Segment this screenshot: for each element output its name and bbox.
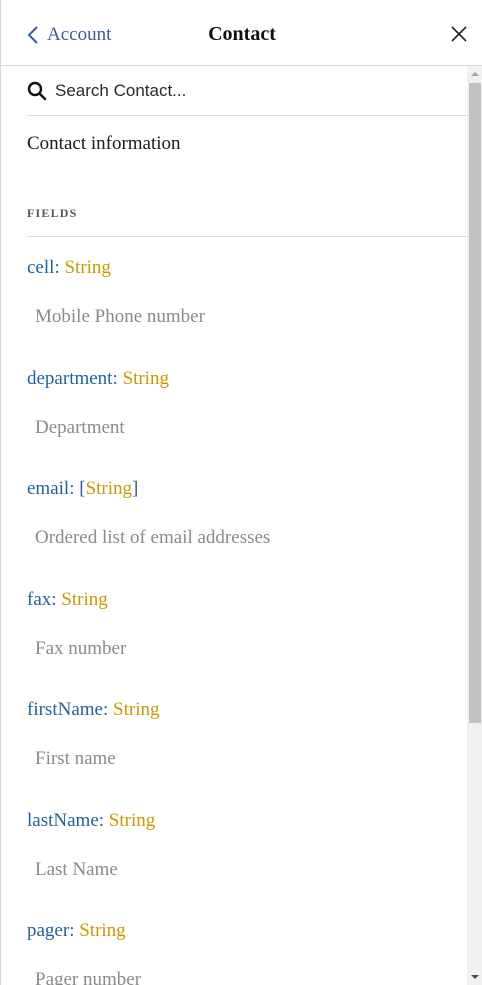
docs-panel: Account Contact Contact information FIEL… bbox=[0, 0, 482, 985]
field-description: Pager number bbox=[35, 969, 142, 985]
field-signature[interactable]: pager: String bbox=[27, 919, 457, 943]
field-description: Department bbox=[35, 416, 125, 438]
field-name[interactable]: fax bbox=[27, 589, 51, 610]
field-description: Mobile Phone number bbox=[35, 306, 205, 327]
field-description: Ordered list of email addresses bbox=[35, 527, 271, 548]
field-item: fax: String Fax number bbox=[27, 588, 457, 661]
field-type[interactable]: String bbox=[109, 810, 155, 831]
panel-header: Account Contact bbox=[1, 0, 482, 66]
field-type[interactable]: String bbox=[79, 920, 125, 941]
field-signature[interactable]: fax: String bbox=[27, 588, 457, 612]
field-type[interactable]: String bbox=[64, 257, 110, 278]
field-item: department: String Department bbox=[27, 367, 457, 440]
field-type[interactable]: String bbox=[86, 478, 132, 499]
scroll-thumb[interactable] bbox=[469, 83, 481, 723]
field-type[interactable]: String bbox=[61, 589, 107, 610]
field-name[interactable]: pager bbox=[27, 920, 69, 941]
scroll-up-button[interactable] bbox=[467, 66, 482, 82]
type-description: Contact information bbox=[27, 133, 181, 154]
arrow-down-icon bbox=[471, 975, 479, 979]
field-signature[interactable]: lastName: String bbox=[27, 809, 457, 833]
section-divider bbox=[27, 236, 467, 237]
field-signature[interactable]: firstName: String bbox=[27, 698, 457, 722]
field-description: First name bbox=[35, 748, 116, 769]
field-colon: : bbox=[51, 588, 62, 610]
field-signature[interactable]: cell: String bbox=[27, 256, 457, 280]
section-label: FIELDS bbox=[27, 206, 78, 220]
field-signature[interactable]: email: [String] bbox=[27, 477, 457, 501]
field-description: Last Name bbox=[35, 858, 118, 880]
field-signature[interactable]: department: String bbox=[27, 367, 457, 391]
close-button[interactable] bbox=[449, 24, 469, 44]
field-item: email: [String] Ordered list of email add… bbox=[27, 477, 457, 550]
field-item: cell: String Mobile Phone number bbox=[27, 256, 457, 329]
field-colon: : bbox=[54, 257, 65, 278]
field-name[interactable]: lastName bbox=[27, 810, 99, 831]
field-item: lastName: String Last Name bbox=[27, 809, 457, 882]
field-name[interactable]: firstName bbox=[27, 699, 103, 720]
search-input[interactable] bbox=[55, 80, 435, 101]
close-icon bbox=[451, 26, 467, 42]
arrow-up-icon bbox=[471, 72, 479, 76]
docs-content: Contact information FIELDS cell: String M… bbox=[1, 66, 467, 985]
field-description: Fax number bbox=[35, 637, 127, 659]
scroll-down-button[interactable] bbox=[467, 969, 482, 985]
field-colon: : bbox=[69, 920, 80, 941]
field-colon: : bbox=[102, 699, 114, 720]
page-title: Contact bbox=[208, 23, 276, 45]
field-name[interactable]: department bbox=[27, 368, 112, 389]
scrollbar[interactable] bbox=[467, 66, 482, 985]
field-colon: : bbox=[112, 367, 123, 389]
field-type[interactable]: String bbox=[123, 368, 169, 389]
field-item: pager: String Pager number bbox=[27, 919, 457, 985]
field-name[interactable]: email bbox=[27, 478, 69, 499]
field-colon: : bbox=[98, 809, 109, 831]
list-bracket-close: ] bbox=[132, 478, 139, 499]
field-item: firstName: String First name bbox=[27, 698, 457, 771]
search-icon bbox=[27, 81, 47, 100]
field-name[interactable]: cell bbox=[27, 257, 54, 278]
field-colon: : bbox=[69, 478, 80, 499]
search-bar bbox=[27, 66, 467, 116]
field-type[interactable]: String bbox=[113, 699, 159, 720]
